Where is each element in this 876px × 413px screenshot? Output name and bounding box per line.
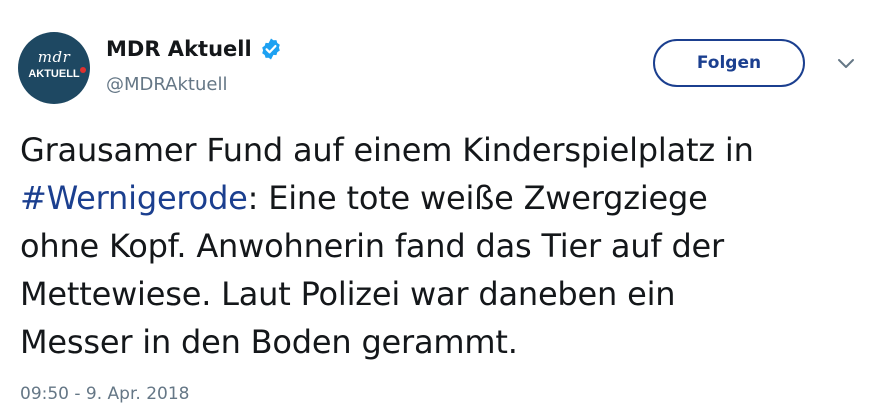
follow-button[interactable]: Folgen	[653, 39, 805, 87]
tweet-line: Messer in den Boden gerammt.	[20, 323, 518, 361]
account-name-row: MDR Aktuell	[106, 34, 283, 64]
tweet-line: Grausamer Fund auf einem Kinderspielplat…	[20, 131, 754, 169]
hashtag-link[interactable]: #Wernigerode	[20, 179, 248, 217]
avatar[interactable]: mdr AKTUELL	[18, 32, 90, 104]
tweet-line: #Wernigerode: Eine tote weiße Zwergziege	[20, 174, 866, 222]
display-name[interactable]: MDR Aktuell	[106, 37, 252, 61]
tweet-text: Grausamer Fund auf einem Kinderspielplat…	[20, 126, 866, 366]
tweet-timestamp[interactable]: 09:50 - 9. Apr. 2018	[20, 384, 189, 404]
chevron-down-icon[interactable]	[836, 56, 856, 70]
account-handle[interactable]: @MDRAktuell	[106, 74, 227, 95]
tweet-line: Mettewiese. Laut Polizei war daneben ein	[20, 275, 676, 313]
avatar-logo-dot	[80, 67, 86, 73]
tweet-line-rest: : Eine tote weiße Zwergziege	[247, 179, 708, 217]
tweet-card: mdr AKTUELL MDR Aktuell @MDRAktuell Folg…	[0, 0, 876, 413]
tweet-line: ohne Kopf. Anwohnerin fand das Tier auf …	[20, 227, 724, 265]
avatar-logo-aktuell: AKTUELL	[28, 68, 80, 80]
verified-badge-icon	[259, 37, 283, 61]
avatar-logo-mdr: mdr	[37, 48, 71, 66]
